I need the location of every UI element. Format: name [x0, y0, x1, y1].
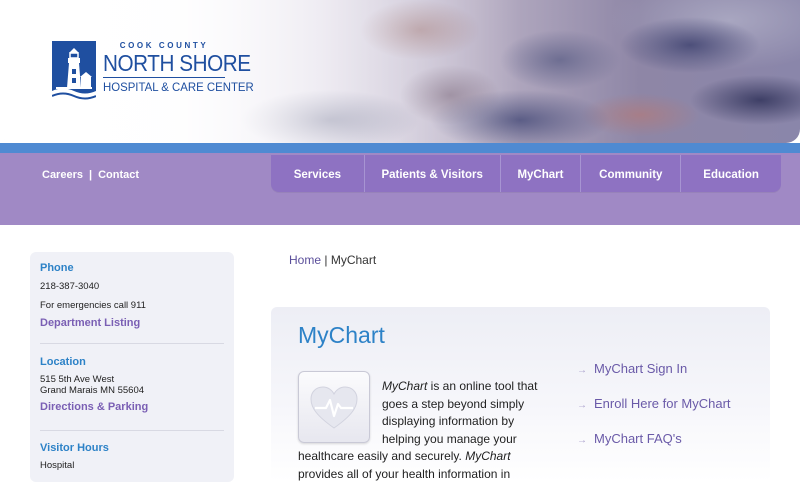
arrow-right-icon: → — [577, 400, 587, 411]
site-logo[interactable]: COOK COUNTY NORTH SHORE HOSPITAL & CARE … — [51, 41, 254, 105]
mychart-faq-link[interactable]: → MyChart FAQ's — [577, 431, 682, 446]
logo-name-text: NORTH SHORE — [103, 50, 251, 76]
description-text-continued: provides all of your health information … — [298, 466, 511, 481]
quick-link-label: MyChart FAQ's — [594, 431, 682, 446]
contact-sidebar: Phone 218-387-3040 For emergencies call … — [30, 252, 234, 482]
quick-link-label: Enroll Here for MyChart — [594, 396, 731, 411]
breadcrumb-separator: | — [324, 253, 328, 267]
description-icon-spacer — [298, 378, 382, 448]
logo-divider — [103, 77, 225, 78]
mychart-italic: MyChart — [465, 449, 511, 463]
phone-number: 218-387-3040 — [40, 281, 100, 292]
lighthouse-logo-icon — [51, 41, 97, 105]
department-listing-link[interactable]: Department Listing — [40, 317, 224, 329]
address-line-2: Grand Marais MN 55604 — [40, 385, 145, 396]
logo-subtitle-text: HOSPITAL & CARE CENTER — [103, 80, 254, 94]
enroll-mychart-link[interactable]: → Enroll Here for MyChart — [577, 396, 731, 411]
page-title: MyChart — [298, 322, 385, 348]
utility-nav: Careers | Contact — [42, 169, 139, 181]
main-nav: Services Patients & Visitors MyChart Com… — [271, 155, 781, 192]
location-section: Location 515 5th Ave West Grand Marais M… — [40, 356, 224, 413]
arrow-right-icon: → — [577, 435, 587, 446]
careers-link[interactable]: Careers — [42, 169, 83, 181]
logo-wordmark: COOK COUNTY NORTH SHORE HOSPITAL & CARE … — [103, 41, 254, 95]
emergency-text: For emergencies call 911 — [40, 300, 146, 311]
header-accent-strip — [0, 143, 800, 153]
address-line-1: 515 5th Ave West — [40, 374, 115, 385]
visitor-hours-heading: Visitor Hours — [40, 442, 109, 454]
nav-item-services[interactable]: Services — [271, 155, 365, 192]
nav-item-community[interactable]: Community — [581, 155, 682, 192]
quick-link-label: MyChart Sign In — [594, 361, 688, 376]
phone-section: Phone 218-387-3040 For emergencies call … — [40, 262, 224, 329]
nav-item-mychart[interactable]: MyChart — [501, 155, 582, 192]
breadcrumb: Home | MyChart — [289, 253, 376, 267]
nav-item-education[interactable]: Education — [681, 155, 781, 192]
visitor-hours-text: Hospital — [40, 460, 75, 471]
location-heading: Location — [40, 356, 86, 368]
nav-item-patients-visitors[interactable]: Patients & Visitors — [365, 155, 501, 192]
mychart-italic: MyChart — [382, 379, 428, 393]
utility-nav-separator: | — [88, 169, 93, 181]
contact-link[interactable]: Contact — [98, 169, 139, 181]
breadcrumb-current: MyChart — [330, 253, 377, 267]
directions-parking-link[interactable]: Directions & Parking — [40, 401, 224, 413]
sidebar-divider — [40, 430, 224, 431]
breadcrumb-home-link[interactable]: Home — [289, 253, 321, 267]
phone-heading: Phone — [40, 262, 74, 274]
mychart-sign-in-link[interactable]: → MyChart Sign In — [577, 361, 687, 376]
mychart-description: MyChart is an online tool that goes a st… — [298, 378, 548, 483]
sidebar-divider — [40, 343, 224, 344]
arrow-right-icon: → — [577, 365, 587, 376]
